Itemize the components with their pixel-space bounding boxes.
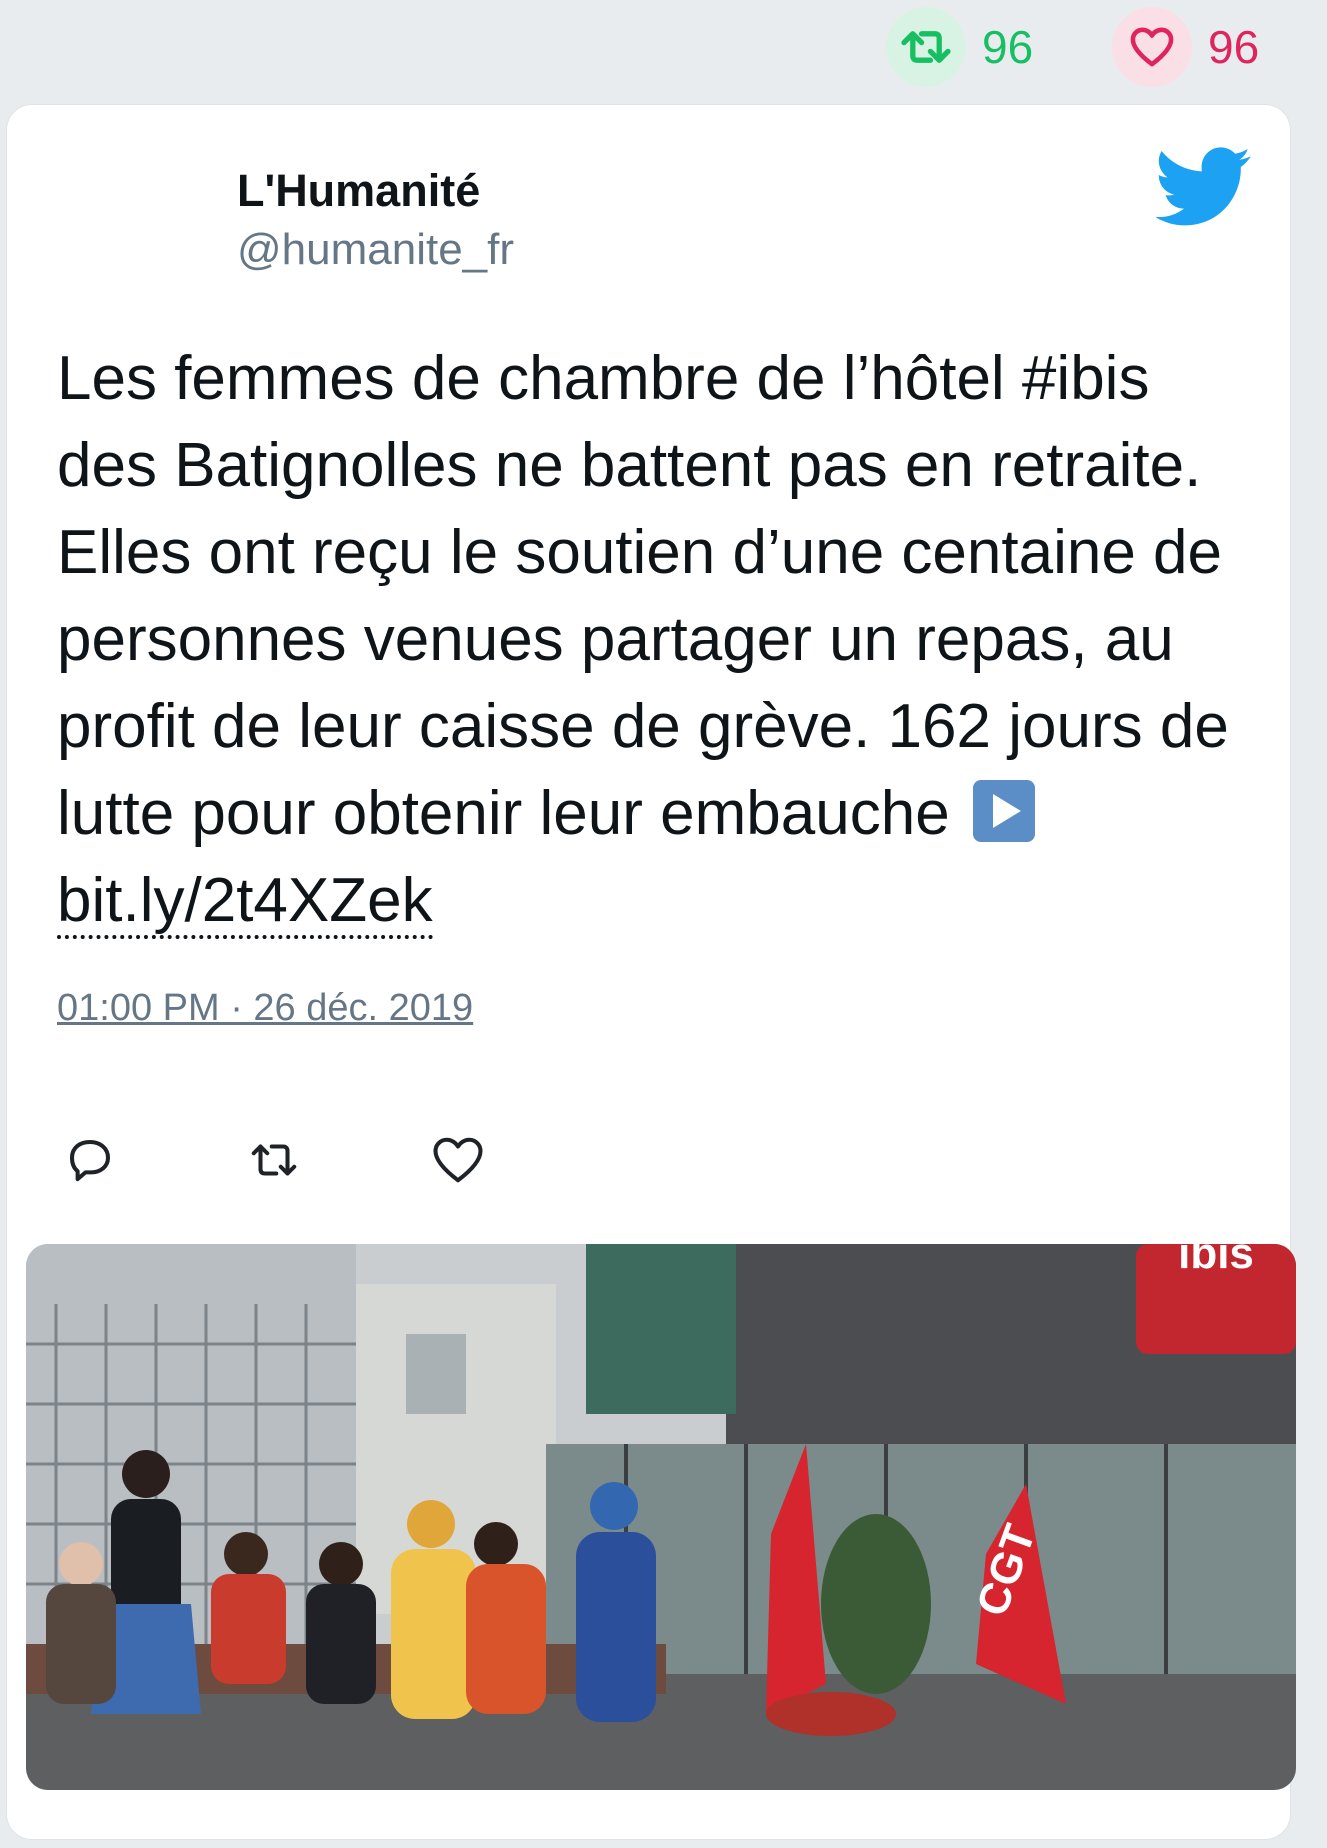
- retweet-icon[interactable]: [886, 7, 966, 87]
- photo-illustration: ibis CGT: [26, 1244, 1296, 1790]
- ibis-sign-text: ibis: [1178, 1244, 1254, 1278]
- reply-icon[interactable]: [63, 1133, 117, 1187]
- tweet-actions: [63, 1133, 485, 1187]
- tweet-text: Les femmes de chambre de l’hôtel #ibis d…: [57, 335, 1257, 944]
- tweet-body: Les femmes de chambre de l’hôtel #ibis d…: [57, 344, 1229, 848]
- tweet-link[interactable]: bit.ly/2t4XZek: [57, 866, 433, 939]
- retweet-stat[interactable]: 96: [886, 7, 1034, 87]
- retweet-count: 96: [982, 21, 1034, 73]
- play-button-emoji: [972, 780, 1035, 842]
- heart-icon[interactable]: [1112, 7, 1192, 87]
- like-stat[interactable]: 96: [1112, 7, 1260, 87]
- author-handle[interactable]: @humanite_fr: [237, 225, 514, 275]
- like-icon[interactable]: [431, 1133, 485, 1187]
- like-count: 96: [1208, 21, 1260, 73]
- tweet-photo[interactable]: ibis CGT: [26, 1244, 1296, 1790]
- twitter-bird-icon[interactable]: [1156, 147, 1252, 227]
- engagement-bar: 96 96: [0, 0, 1327, 100]
- tweet-timestamp[interactable]: 01:00 PM · 26 déc. 2019: [57, 987, 473, 1030]
- author-name[interactable]: L'Humanité: [237, 165, 480, 217]
- retweet-icon[interactable]: [247, 1133, 301, 1187]
